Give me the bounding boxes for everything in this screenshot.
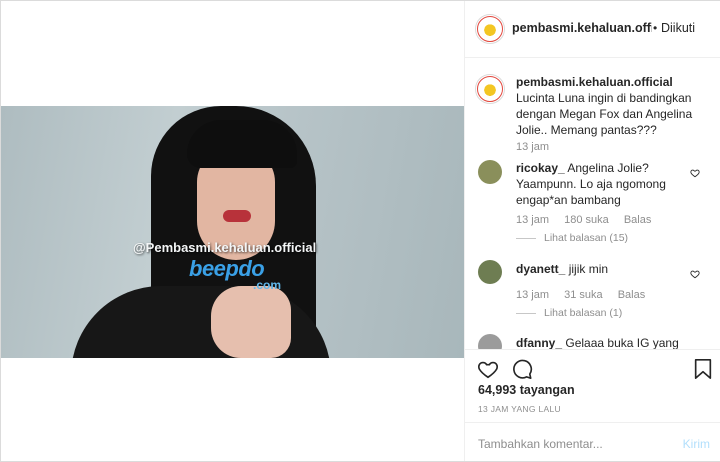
caption-username[interactable]: pembasmi.kehaluan.official — [516, 75, 673, 89]
comment-meta: 13 jam 180 suka Balas — [516, 214, 663, 226]
comment-reply-button[interactable]: Balas — [618, 289, 646, 301]
video-watermark-handle: @Pembasmi.kehaluan.official — [133, 240, 317, 255]
comment-icon[interactable] — [511, 358, 533, 380]
comment-time[interactable]: 13 jam — [516, 214, 549, 226]
post-timestamp[interactable]: 13 JAM YANG LALU — [478, 404, 561, 414]
video-figure-hand — [211, 286, 291, 358]
comment-body: dfanny_ Gelaaa buka IG yang — [516, 335, 686, 349]
post-window: @Pembasmi.kehaluan.official beepdo .com … — [0, 0, 720, 462]
comment-username[interactable]: dfanny_ — [516, 336, 562, 349]
follow-button[interactable]: Diikuti — [661, 21, 695, 35]
avatar[interactable] — [478, 260, 502, 284]
avatar-logo-icon[interactable] — [475, 74, 505, 104]
comment-meta: 13 jam 31 suka Balas — [516, 289, 657, 301]
caption-meta: 13 jam — [516, 141, 561, 153]
post-header: pembasmi.kehaluan.official • Diikuti — [465, 1, 720, 58]
comment-time[interactable]: 13 jam — [516, 289, 549, 301]
media-area: @Pembasmi.kehaluan.official beepdo .com — [1, 1, 464, 461]
avatar[interactable] — [478, 334, 502, 349]
comment-text: jijik min — [568, 262, 609, 276]
comment-input[interactable]: Tambahkan komentar... — [478, 437, 603, 451]
header-username[interactable]: pembasmi.kehaluan.official — [512, 21, 652, 35]
comment-likes[interactable]: 31 suka — [564, 289, 603, 301]
view-replies-label: Lihat balasan (1) — [544, 307, 623, 319]
view-replies[interactable]: Lihat balasan (15) — [516, 232, 628, 244]
post-side-panel: pembasmi.kehaluan.official • Diikuti pem… — [464, 1, 720, 461]
bookmark-icon[interactable] — [693, 358, 713, 380]
caption-text: Lucinta Luna ingin di bandingkan dengan … — [516, 91, 693, 137]
heart-small-icon[interactable] — [690, 269, 700, 279]
send-button[interactable]: Kirim — [683, 437, 710, 451]
video-figure-bangs — [187, 120, 297, 168]
comment-username[interactable]: ricokay_ — [516, 161, 565, 175]
comment-body: ricokay_ Angelina Jolie? Yaampunn. Lo aj… — [516, 160, 686, 208]
comment-reply-button[interactable]: Balas — [624, 214, 652, 226]
heart-small-icon[interactable] — [690, 168, 700, 178]
comment-text: Gelaaa buka IG yang — [565, 336, 679, 349]
caption: pembasmi.kehaluan.official Lucinta Luna … — [516, 74, 711, 138]
heart-icon[interactable] — [477, 358, 499, 380]
comment-username[interactable]: dyanett_ — [516, 262, 565, 276]
replies-divider — [516, 312, 536, 314]
view-count[interactable]: 64,993 tayangan — [478, 383, 575, 397]
replies-divider — [516, 237, 536, 239]
comment-likes[interactable]: 180 suka — [564, 214, 609, 226]
comment-body: dyanett_ jijik min — [516, 261, 686, 277]
avatar[interactable] — [478, 160, 502, 184]
video-player[interactable]: @Pembasmi.kehaluan.official beepdo .com — [1, 106, 464, 358]
header-separator: • — [653, 21, 658, 35]
post-actions: 64,993 tayangan 13 JAM YANG LALU Tambahk… — [465, 349, 720, 462]
comments-list[interactable]: pembasmi.kehaluan.official Lucinta Luna … — [465, 58, 720, 349]
view-replies[interactable]: Lihat balasan (1) — [516, 307, 622, 319]
video-watermark-domain: .com — [253, 278, 282, 292]
avatar-logo-icon[interactable] — [475, 14, 505, 44]
caption-time[interactable]: 13 jam — [516, 141, 549, 153]
video-figure-lips — [223, 210, 251, 222]
add-comment-bar: Tambahkan komentar... Kirim — [465, 422, 720, 462]
view-replies-label: Lihat balasan (15) — [544, 232, 629, 244]
